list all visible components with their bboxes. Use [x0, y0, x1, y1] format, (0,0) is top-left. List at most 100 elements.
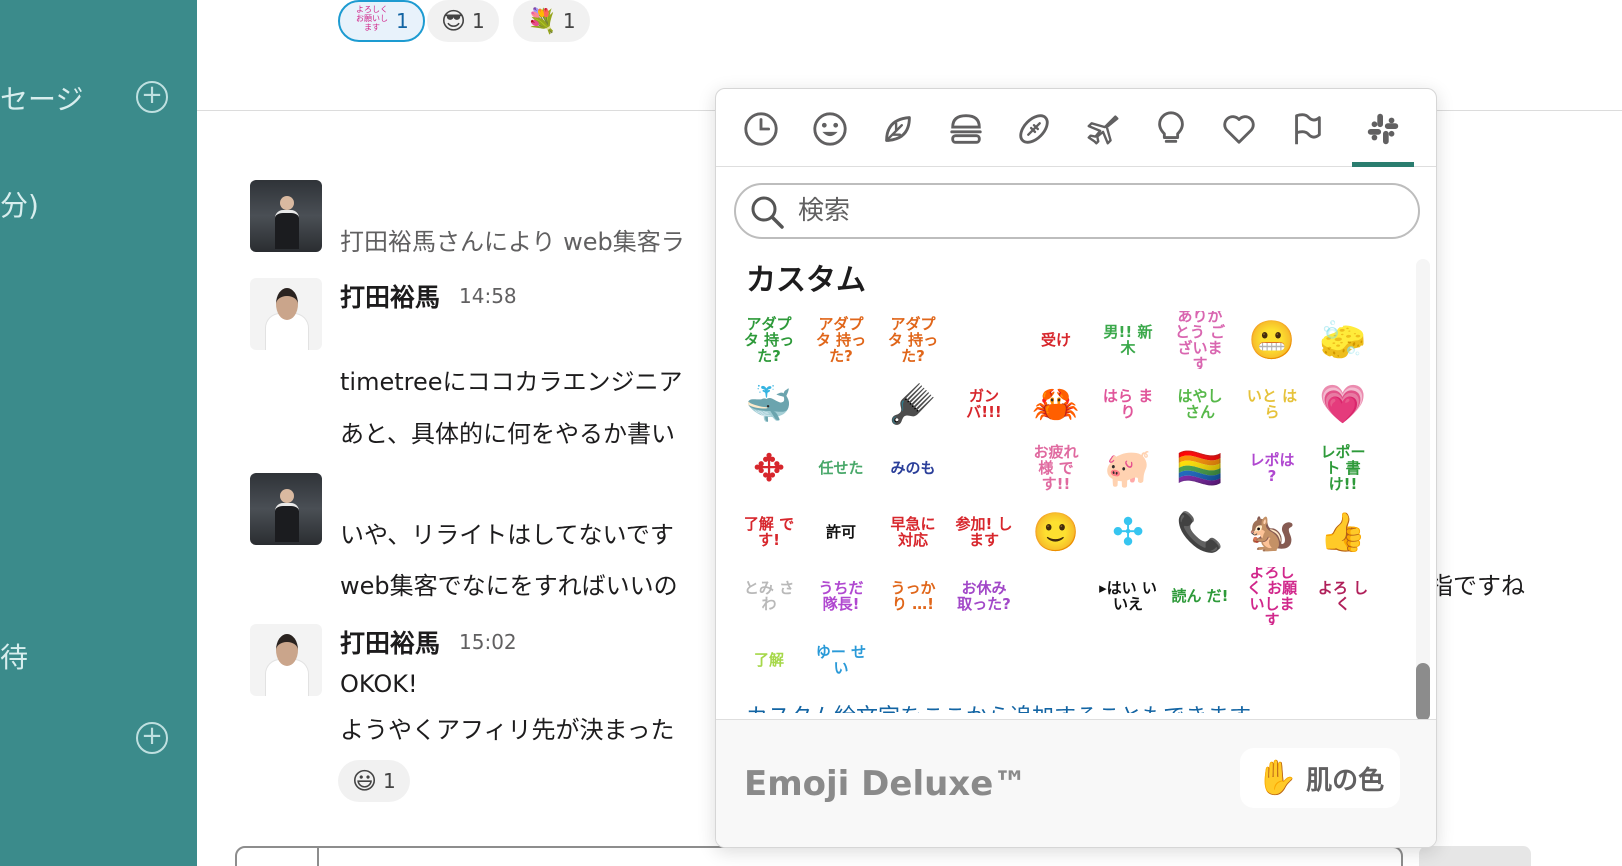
search-icon: [751, 196, 784, 229]
sidebar-item-minutes[interactable]: 分): [0, 184, 39, 224]
emoji-item[interactable]: 🐳: [740, 375, 798, 433]
emoji-item[interactable]: いと はら: [1243, 375, 1301, 433]
emoji-item[interactable]: 😬: [1243, 311, 1301, 369]
emoji-category-tabs: [716, 89, 1436, 167]
sidebar-item-messages[interactable]: セージ: [0, 78, 83, 118]
emoji-item[interactable]: 任せた: [812, 439, 870, 497]
emoji-item[interactable]: 🪮: [884, 375, 942, 433]
reaction-count: 1: [383, 769, 396, 793]
smiley-emoji-icon: 😃: [352, 767, 378, 795]
tab-travel[interactable]: [1081, 107, 1125, 151]
tab-recent[interactable]: [739, 107, 783, 151]
reaction-smiley[interactable]: 😃 1: [338, 760, 410, 802]
skin-tone-button[interactable]: ✋ 肌の色: [1240, 748, 1400, 808]
message-author[interactable]: 打田裕馬: [340, 278, 440, 314]
smiley-icon: [813, 112, 847, 146]
emoji-item[interactable]: 読ん だ!: [1171, 567, 1229, 625]
avatar[interactable]: [250, 278, 322, 350]
emoji-item[interactable]: 了解 です!: [740, 503, 798, 561]
emoji-item[interactable]: 🐖: [1099, 439, 1157, 497]
emoji-item[interactable]: よろしく お願いします: [1243, 567, 1301, 625]
football-icon: [1019, 114, 1049, 144]
emoji-item[interactable]: ゆー せい: [812, 631, 870, 689]
reaction-yoroshiku[interactable]: よろしく お願いします 1: [338, 0, 425, 42]
avatar[interactable]: [250, 180, 322, 252]
tab-smileys[interactable]: [808, 107, 852, 151]
message-timestamp[interactable]: 15:02: [459, 630, 517, 654]
emoji-item[interactable]: 🧽: [1314, 311, 1372, 369]
emoji-item[interactable]: お疲れ様 です!!: [1027, 439, 1085, 497]
avatar[interactable]: [250, 624, 322, 696]
emoji-item[interactable]: 許可: [812, 503, 870, 561]
emoji-item[interactable]: 📞: [1171, 503, 1229, 561]
add-channel-button[interactable]: +: [136, 81, 168, 113]
emoji-item[interactable]: [955, 311, 1013, 369]
add-app-button[interactable]: +: [136, 722, 168, 754]
tab-custom[interactable]: [1361, 107, 1405, 151]
message-author[interactable]: 打田裕馬: [340, 624, 440, 660]
emoji-item[interactable]: ✥: [740, 439, 798, 497]
emoji-item[interactable]: [884, 631, 942, 689]
skin-tone-label: 肌の色: [1306, 765, 1385, 796]
emoji-item[interactable]: レポート 書け!!: [1314, 439, 1372, 497]
emoji-item[interactable]: アダプタ 持った?: [740, 311, 798, 369]
emoji-item[interactable]: みのも: [884, 439, 942, 497]
emoji-item[interactable]: ▸はい いいえ: [1099, 567, 1157, 625]
emoji-item[interactable]: とみ さわ: [740, 567, 798, 625]
reaction-sunglasses[interactable]: 😎 1: [427, 0, 499, 42]
emoji-picker: カスタム アダプタ 持った?アダプタ 持った?アダプタ 持った?受け男!! 新木…: [715, 88, 1437, 848]
emoji-item[interactable]: ガン バ!!!: [955, 375, 1013, 433]
emoji-item[interactable]: [955, 439, 1013, 497]
emoji-item[interactable]: お休み 取った?: [955, 567, 1013, 625]
emoji-item[interactable]: アダプタ 持った?: [884, 311, 942, 369]
emoji-item[interactable]: ありがとう ございます: [1171, 311, 1229, 369]
message-text: あと、具体的に何をやるか書い: [340, 420, 676, 448]
emoji-search-input[interactable]: [798, 195, 1398, 227]
emoji-item[interactable]: うっかり …!: [884, 567, 942, 625]
emoji-item[interactable]: はら まり: [1099, 375, 1157, 433]
message-text: ようやくアフィリ先が決まった: [340, 716, 675, 744]
tab-nature[interactable]: [876, 107, 920, 151]
send-button[interactable]: [1419, 846, 1531, 866]
tab-food[interactable]: [944, 107, 988, 151]
avatar[interactable]: [250, 473, 322, 545]
scrollbar-thumb[interactable]: [1416, 663, 1430, 721]
emoji-item[interactable]: [812, 375, 870, 433]
emoji-item[interactable]: 🐿️: [1243, 503, 1301, 561]
burger-icon: [950, 114, 982, 144]
emoji-item[interactable]: 👍: [1314, 503, 1372, 561]
emoji-item[interactable]: 男!! 新木: [1099, 311, 1157, 369]
emoji-item[interactable]: よろ しく: [1314, 567, 1372, 625]
emoji-item[interactable]: レポは ?: [1243, 439, 1301, 497]
emoji-item[interactable]: 🙂: [1027, 503, 1085, 561]
tab-symbols[interactable]: [1217, 107, 1261, 151]
yoroshiku-emoji: よろしく お願いします: [356, 5, 388, 32]
sunglasses-emoji-icon: 😎: [441, 7, 467, 35]
emoji-item[interactable]: 💗: [1314, 375, 1372, 433]
emoji-item[interactable]: アダプタ 持った?: [812, 311, 870, 369]
emoji-item[interactable]: [1027, 567, 1085, 625]
emoji-item[interactable]: 受け: [1027, 311, 1085, 369]
emoji-item[interactable]: 早急に 対応: [884, 503, 942, 561]
reaction-bouquet[interactable]: 💐 1: [513, 0, 590, 42]
scroll-track[interactable]: [1416, 259, 1430, 719]
emoji-item[interactable]: ✣: [1099, 503, 1157, 561]
message-text: いや、リライトはしてないです: [340, 521, 674, 549]
sidebar: セージ + 分) 待 +: [0, 0, 197, 866]
bouquet-emoji-icon: 💐: [527, 7, 557, 35]
reaction-count: 1: [396, 9, 409, 33]
sidebar-item-invite[interactable]: 待: [0, 636, 28, 676]
add-custom-emoji-link[interactable]: カスタム絵文字をここから追加することもできます: [746, 699, 1251, 713]
emoji-item[interactable]: はやし さん: [1171, 375, 1229, 433]
emoji-item[interactable]: 了解: [740, 631, 798, 689]
emoji-item[interactable]: うちだ 隊長!: [812, 567, 870, 625]
message-composer[interactable]: [235, 846, 1403, 866]
tab-objects[interactable]: [1149, 107, 1193, 151]
slack-icon: [1367, 113, 1399, 145]
emoji-item[interactable]: 🏳️‍🌈: [1171, 439, 1229, 497]
message-timestamp[interactable]: 14:58: [459, 284, 517, 308]
tab-flags[interactable]: [1285, 107, 1329, 151]
tab-activity[interactable]: [1012, 107, 1056, 151]
emoji-item[interactable]: 🦀: [1027, 375, 1085, 433]
emoji-item[interactable]: 参加! します: [955, 503, 1013, 561]
